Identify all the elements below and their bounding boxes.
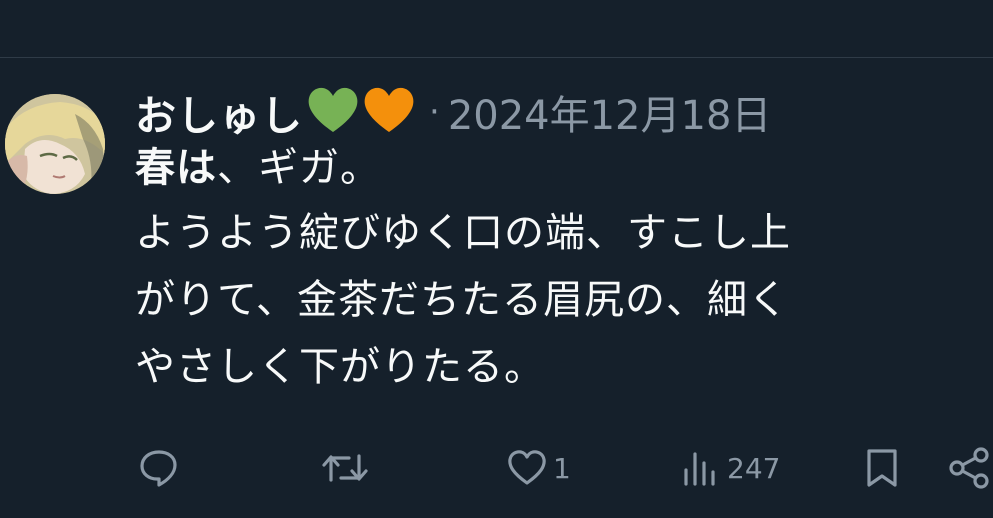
avatar[interactable] <box>5 94 105 194</box>
display-name[interactable]: おしゅし <box>135 82 303 142</box>
tweet-text-line: ようよう綻びゆく口の端、すこし上 <box>135 210 791 256</box>
orange-heart-icon <box>361 85 417 139</box>
share-icon <box>947 446 991 490</box>
like-count: 1 <box>553 451 571 485</box>
reply-icon <box>137 446 181 490</box>
tweet-page: おしゅし · 2024年12月18日 春は、ギガ。 ようよう綻びゆく口の端、すこ… <box>0 0 993 518</box>
views-button[interactable]: 247 <box>681 446 780 490</box>
tweet-text-line: がりて、金茶だちたる眉尻の、細く <box>135 277 789 323</box>
like-button[interactable]: 1 <box>505 446 571 490</box>
retweet-button[interactable] <box>321 446 373 490</box>
name-emojis <box>305 85 417 139</box>
tweet-header: おしゅし · 2024年12月18日 <box>135 82 771 142</box>
tweet-text-rest: 、ギガ。 <box>217 145 381 191</box>
views-bar-chart-icon <box>681 446 723 490</box>
bookmark-icon <box>862 446 902 490</box>
tweet-actions-bar: 1 247 <box>0 440 993 500</box>
heart-outline-icon <box>505 446 549 490</box>
tweet-text-line: 春は、ギガ。 <box>135 142 985 194</box>
tweet-text-bold: 春は <box>135 145 217 191</box>
reply-button[interactable] <box>137 446 185 490</box>
retweet-icon <box>321 446 369 490</box>
share-button[interactable] <box>947 446 993 490</box>
separator-dot: · <box>429 92 440 132</box>
tweet-text: 春は、ギガ。 ようよう綻びゆく口の端、すこし上 がりて、金茶だちたる眉尻の、細く… <box>135 142 985 401</box>
views-count: 247 <box>727 451 781 485</box>
bookmark-button[interactable] <box>862 446 906 490</box>
tweet-text-line: やさしく下がりたる。 <box>135 344 545 390</box>
green-heart-icon <box>305 85 361 139</box>
top-divider <box>0 57 993 58</box>
tweet-date[interactable]: 2024年12月18日 <box>448 83 772 141</box>
